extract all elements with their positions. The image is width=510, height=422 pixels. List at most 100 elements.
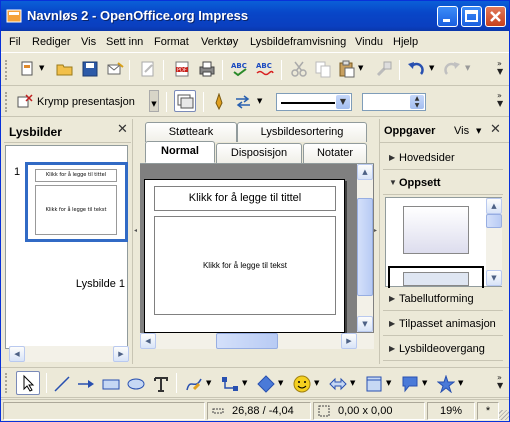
new-icon[interactable] <box>19 60 37 78</box>
paste-dropdown-icon[interactable]: ▼ <box>358 64 363 72</box>
symbol-shapes-icon[interactable] <box>293 375 311 393</box>
edit-file-icon[interactable] <box>139 60 157 78</box>
tab-notater[interactable]: Notater <box>303 143 367 163</box>
copy-icon[interactable] <box>314 60 332 78</box>
block-arrows-icon[interactable] <box>329 375 347 393</box>
line-width-spinner[interactable]: ▲ ▼ <box>362 93 426 111</box>
toolbar-grip[interactable] <box>5 60 8 80</box>
line-style-select[interactable]: ▼ <box>276 93 352 111</box>
status-zoom[interactable]: 19% <box>427 402 475 420</box>
view-menu-button[interactable]: Vis <box>454 125 469 137</box>
redo-icon[interactable] <box>443 60 461 78</box>
task-oppsett[interactable]: ▼ Oppsett <box>383 173 503 195</box>
select-button[interactable] <box>16 371 40 395</box>
paste-icon[interactable] <box>338 60 356 78</box>
menu-verktoy[interactable]: Verktøy <box>201 36 238 48</box>
scroll-down-icon[interactable]: ▼ <box>486 270 502 286</box>
canvas-hscrollbar[interactable]: ◀ ▶ <box>140 333 374 349</box>
toolbar-overflow-icon[interactable]: » ▼ <box>497 60 507 76</box>
print-icon[interactable] <box>198 60 216 78</box>
layouts-vscrollbar[interactable]: ▲ ▼ <box>486 198 502 286</box>
open-icon[interactable] <box>56 60 74 78</box>
basic-shapes-icon[interactable] <box>257 375 275 393</box>
callouts-icon[interactable] <box>401 375 419 393</box>
shrink-presentation-button[interactable]: Krymp presentasjon <box>17 92 157 112</box>
layouts-scroll-thumb[interactable] <box>486 214 502 228</box>
spellcheck-icon[interactable]: ABC <box>231 59 249 77</box>
slide-layout-button[interactable] <box>174 90 196 112</box>
menu-lysbildeframvisning[interactable]: Lysbildeframvisning <box>250 36 346 48</box>
task-lysbildeovergang[interactable]: ▶ Lysbildeovergang <box>383 339 503 361</box>
autospell-icon[interactable]: ABC <box>256 59 274 77</box>
symbol-shapes-dropdown-icon[interactable]: ▼ <box>314 379 319 387</box>
layout-title-only[interactable] <box>388 266 484 288</box>
connector-icon[interactable] <box>221 375 239 393</box>
collapse-right-icon[interactable]: ▸ <box>374 227 377 234</box>
callouts-dropdown-icon[interactable]: ▼ <box>422 379 427 387</box>
task-tabellutforming[interactable]: ▶ Tabellutforming <box>383 289 503 311</box>
canvas-vscrollbar[interactable]: ▲ ▼ <box>357 164 373 332</box>
undo-icon[interactable] <box>407 60 425 78</box>
save-icon[interactable] <box>81 60 99 78</box>
connector-dropdown-icon[interactable]: ▼ <box>242 379 247 387</box>
vscroll-thumb[interactable] <box>357 198 373 296</box>
menu-sett-inn[interactable]: Sett inn <box>106 36 143 48</box>
left-splitter[interactable]: ◂ <box>132 119 140 364</box>
tab-lysbildesortering[interactable]: Lysbildesortering <box>237 122 367 142</box>
scroll-left-icon[interactable]: ◀ <box>140 333 156 349</box>
line-icon[interactable] <box>53 375 71 393</box>
menu-format[interactable]: Format <box>154 36 189 48</box>
title-placeholder[interactable]: Klikk for å legge til tittel <box>154 186 336 211</box>
text-placeholder[interactable]: Klikk for å legge til tekst <box>154 216 336 315</box>
close-window-button[interactable] <box>485 6 506 27</box>
scroll-left-icon[interactable]: ◀ <box>9 346 25 362</box>
slides-hscrollbar[interactable]: ◀ ▶ <box>9 346 129 362</box>
new-dropdown-icon[interactable]: ▼ <box>39 64 44 72</box>
scroll-down-icon[interactable]: ▼ <box>357 316 373 332</box>
arrow-style-dropdown-icon[interactable]: ▼ <box>257 97 262 105</box>
arrow-line-icon[interactable] <box>77 375 95 393</box>
menu-fil[interactable]: Fil <box>9 36 21 48</box>
block-arrows-dropdown-icon[interactable]: ▼ <box>350 379 355 387</box>
cut-icon[interactable] <box>290 60 308 78</box>
redo-dropdown-icon[interactable]: ▼ <box>465 64 470 72</box>
undo-dropdown-icon[interactable]: ▼ <box>429 64 434 72</box>
resize-grip[interactable] <box>499 410 509 420</box>
toolbar-grip[interactable] <box>5 373 8 393</box>
toolbar-grip[interactable] <box>5 92 8 112</box>
rectangle-icon[interactable] <box>102 375 120 393</box>
toolbar-overflow-icon[interactable]: » ▼ <box>497 92 507 108</box>
tab-normal[interactable]: Normal <box>145 141 215 163</box>
scroll-up-icon[interactable]: ▲ <box>486 198 502 214</box>
layout-blank[interactable] <box>403 206 469 254</box>
curve-dropdown-icon[interactable]: ▼ <box>206 379 211 387</box>
flowchart-dropdown-icon[interactable]: ▼ <box>386 379 391 387</box>
arrow-style-icon[interactable] <box>234 93 252 111</box>
toolbar-overflow-icon[interactable]: ▼ <box>149 90 159 112</box>
slide-thumbnail[interactable]: Klikk for å legge til tittel Klikk for å… <box>25 162 128 242</box>
pdf-icon[interactable]: PDF <box>173 60 191 78</box>
flowchart-icon[interactable] <box>365 375 383 393</box>
slide-canvas[interactable]: Klikk for å legge til tittel Klikk for å… <box>144 179 345 333</box>
spin-arrows-icon[interactable]: ▲ ▼ <box>410 95 424 109</box>
ellipse-icon[interactable] <box>127 375 145 393</box>
mail-icon[interactable] <box>106 60 124 78</box>
scroll-right-icon[interactable]: ▶ <box>113 346 129 362</box>
view-dropdown-icon[interactable]: ▼ <box>476 127 481 135</box>
task-hovedsider[interactable]: ▶ Hovedsider <box>383 148 503 170</box>
stars-icon[interactable] <box>437 375 455 393</box>
collapse-left-icon[interactable]: ◂ <box>134 227 137 234</box>
basic-shapes-dropdown-icon[interactable]: ▼ <box>278 379 283 387</box>
close-icon[interactable]: ✕ <box>117 122 128 137</box>
stars-dropdown-icon[interactable]: ▼ <box>458 379 463 387</box>
curve-icon[interactable] <box>185 375 203 393</box>
pen-icon[interactable] <box>210 93 228 111</box>
task-tilpasset-animasjon[interactable]: ▶ Tilpasset animasjon <box>383 314 503 336</box>
tab-disposisjon[interactable]: Disposisjon <box>216 143 302 163</box>
menu-vis[interactable]: Vis <box>81 36 96 48</box>
scroll-right-icon[interactable]: ▶ <box>341 333 357 349</box>
minimize-button[interactable] <box>437 6 458 27</box>
menu-rediger[interactable]: Rediger <box>32 36 71 48</box>
menu-hjelp[interactable]: Hjelp <box>393 36 418 48</box>
tab-stotteark[interactable]: Støtteark <box>145 122 237 142</box>
